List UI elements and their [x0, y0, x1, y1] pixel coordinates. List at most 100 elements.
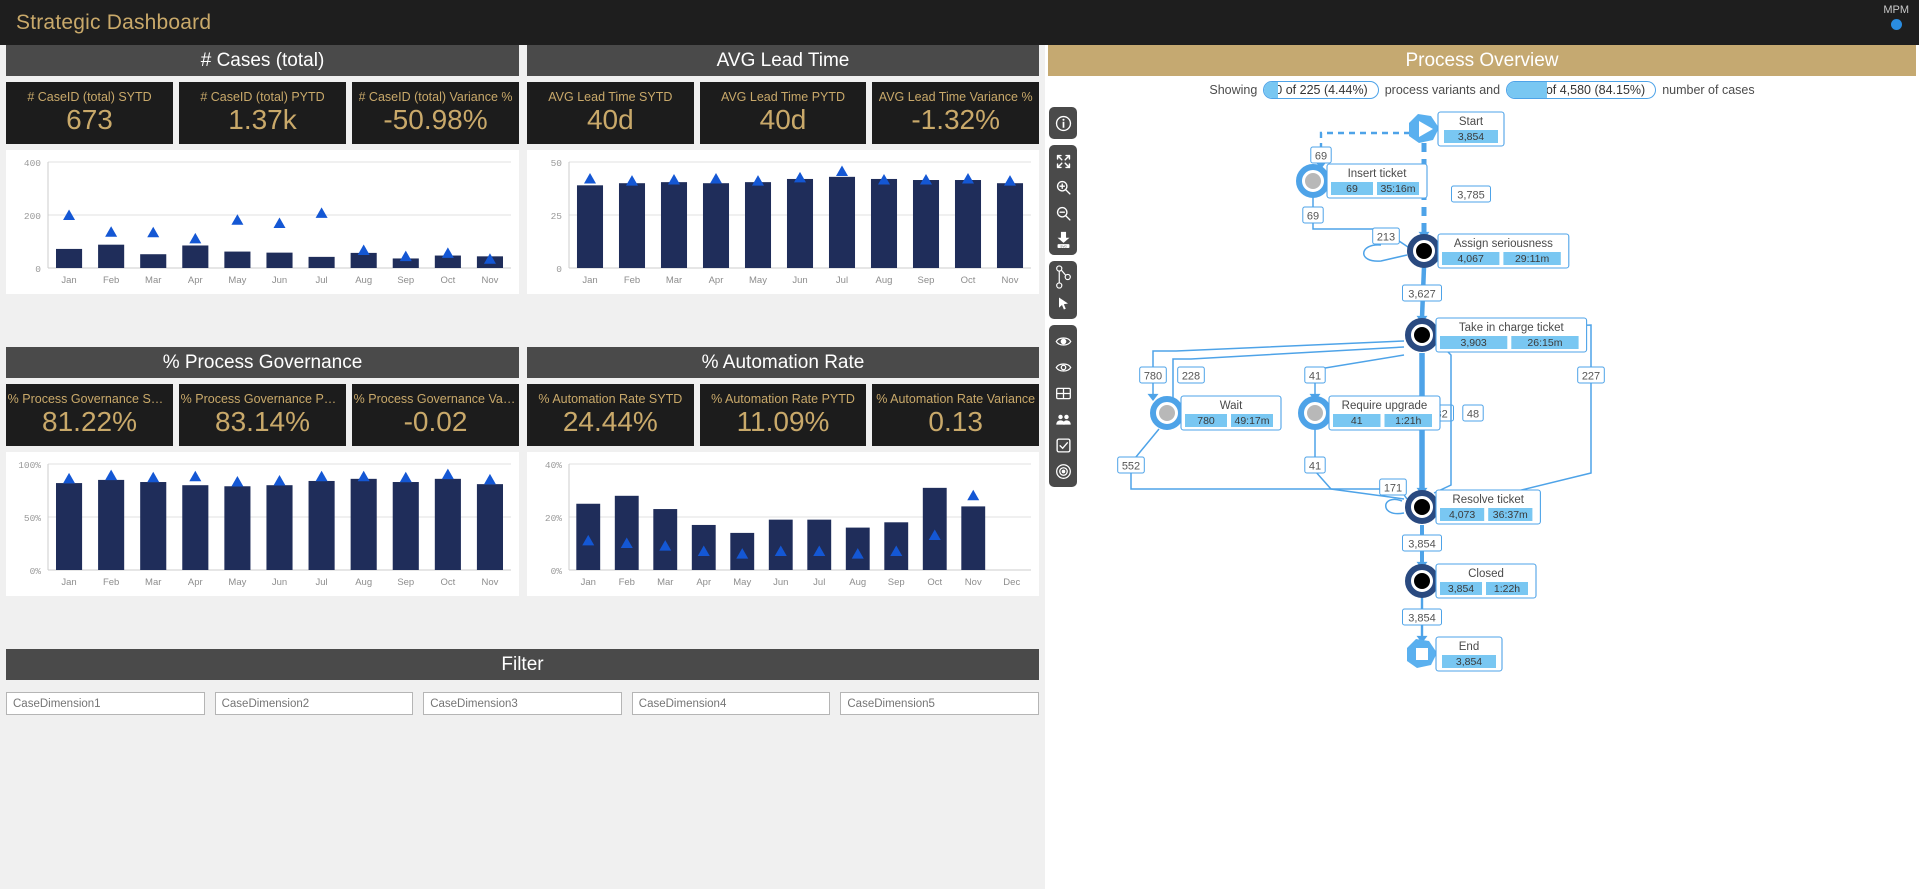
info-icon[interactable] [1050, 110, 1076, 136]
process-graph[interactable]: 693,785692133,627780228413,0824822755241… [1081, 103, 1919, 889]
eye-alt-icon[interactable] [1050, 354, 1076, 380]
svg-text:171: 171 [1384, 483, 1402, 495]
filter-input-1[interactable] [6, 692, 205, 715]
filter-input-5[interactable] [840, 692, 1039, 715]
kpi-cases-sytd[interactable]: # CaseID (total) SYTD 673 [6, 82, 173, 144]
page-title: Strategic Dashboard [16, 10, 212, 34]
eye-icon[interactable] [1050, 328, 1076, 354]
section-governance-header: % Process Governance [6, 347, 519, 378]
svg-text:Apr: Apr [188, 577, 203, 588]
kpi-value: -50.98% [383, 104, 488, 135]
chart-governance[interactable]: 0% 50% 100% Jan Feb Mar Apr May Jun Jul Aug Sep Oct N… [6, 452, 519, 596]
kpi-lead-pytd[interactable]: AVG Lead Time PYTD 40d [699, 82, 867, 144]
svg-text:Jan: Jan [61, 275, 76, 286]
svg-text:20%: 20% [545, 513, 562, 524]
kpi-automation-sytd[interactable]: % Automation Rate SYTD 24.44% [527, 384, 694, 446]
cases-text: number of cases [1662, 83, 1755, 97]
toolbar-group-1 [1049, 107, 1077, 139]
svg-text:Apr: Apr [696, 577, 711, 588]
kpi-lead-sytd[interactable]: AVG Lead Time SYTD 40d [527, 82, 694, 144]
chart-cases[interactable]: 0 200 400 Jan Feb Mar Apr May Jun Jul Aug Sep Oct Nov [6, 150, 519, 294]
kpi-automation-pytd[interactable]: % Automation Rate PYTD 11.09% [699, 384, 867, 446]
section-cases-header: # Cases (total) [6, 45, 519, 76]
kpi-lead-variance[interactable]: AVG Lead Time Variance % -1.32% [872, 82, 1040, 144]
svg-text:780: 780 [1197, 415, 1215, 427]
kpi-value: -0.02 [403, 406, 468, 437]
filter-input-2[interactable] [214, 692, 414, 715]
svg-text:Aug: Aug [355, 577, 372, 588]
edge-label: 3,854 [1402, 534, 1442, 552]
filter-input-3[interactable] [423, 692, 622, 715]
process-node-label: Assign seriousness 4,067 29:11m [1437, 233, 1570, 269]
kpi-automation-variance[interactable]: % Automation Rate Variance 0.13 [872, 384, 1040, 446]
kpi-governance-sytd[interactable]: % Process Governance SYTD 81.22% [6, 384, 173, 446]
people-icon[interactable] [1050, 406, 1076, 432]
svg-text:3,854: 3,854 [1448, 583, 1474, 595]
svg-text:213: 213 [1377, 232, 1395, 244]
svg-text:Apr: Apr [709, 275, 724, 286]
chart-automation[interactable]: 0% 20% 40% Jan Feb Mar Apr May Jun Jul Aug Sep Oct No… [527, 452, 1039, 596]
svg-text:0: 0 [556, 264, 562, 275]
kpi-governance-variance[interactable]: % Process Governance Varian... -0.02 [352, 384, 519, 446]
svg-text:Closed: Closed [1468, 568, 1504, 580]
svg-text:Jun: Jun [773, 577, 788, 588]
toolbar-group-3 [1049, 261, 1077, 319]
graph-toolbar: SVG [1049, 107, 1077, 493]
svg-text:Mar: Mar [145, 577, 161, 588]
svg-text:4,067: 4,067 [1458, 253, 1484, 265]
target-icon[interactable] [1050, 458, 1076, 484]
toolbar-group-4 [1049, 325, 1077, 487]
section-automation: % Automation Rate % Automation Rate SYTD… [527, 347, 1040, 596]
cases-pill[interactable]: 3,854 of 4,580 (84.15%) [1506, 81, 1657, 99]
variants-text: process variants and [1384, 83, 1501, 97]
svg-text:Sep: Sep [397, 275, 414, 286]
svg-text:3,854: 3,854 [1408, 613, 1436, 625]
svg-text:End: End [1459, 641, 1479, 653]
svg-text:400: 400 [24, 158, 41, 169]
svg-text:100%: 100% [18, 460, 41, 471]
chart-lead-time[interactable]: 0 25 50 Jan Feb Mar Apr May Jun Jul Aug Sep Oct Nov [527, 150, 1039, 294]
svg-text:May: May [228, 577, 246, 588]
graph-layout-icon[interactable] [1050, 264, 1076, 290]
edge-label: 69 [1310, 146, 1332, 164]
svg-text:50%: 50% [24, 513, 41, 524]
toolbar-group-2: SVG [1049, 145, 1077, 255]
filter-input-4[interactable] [631, 692, 831, 715]
svg-text:41: 41 [1351, 415, 1363, 427]
svg-text:227: 227 [1582, 371, 1600, 383]
kpi-value: 40d [759, 104, 807, 135]
fit-screen-icon[interactable] [1050, 148, 1076, 174]
compare-icon[interactable] [1050, 380, 1076, 406]
section-lead-kpis: AVG Lead Time SYTD 40d AVG Lead Time PYT… [527, 82, 1040, 144]
kpi-cases-pytd[interactable]: # CaseID (total) PYTD 1.37k [179, 82, 346, 144]
svg-text:Insert ticket: Insert ticket [1348, 168, 1408, 180]
svg-text:69: 69 [1307, 211, 1319, 223]
variants-pill[interactable]: 10 of 225 (4.44%) [1263, 81, 1379, 99]
checkbox-icon[interactable] [1050, 432, 1076, 458]
section-automation-kpis: % Automation Rate SYTD 24.44% % Automati… [527, 384, 1040, 446]
svg-text:49:17m: 49:17m [1234, 415, 1269, 427]
svg-text:Jun: Jun [272, 577, 287, 588]
section-automation-header: % Automation Rate [527, 347, 1039, 378]
svg-text:Assign seriousness: Assign seriousness [1454, 238, 1553, 250]
kpi-label: % Process Governance SYTD [7, 392, 172, 406]
svg-text:Nov: Nov [1002, 275, 1019, 286]
kpi-label: # CaseID (total) PYTD [200, 90, 325, 104]
zoom-out-icon[interactable] [1050, 200, 1076, 226]
zoom-in-icon[interactable] [1050, 174, 1076, 200]
kpi-governance-pytd[interactable]: % Process Governance PYTD 83.14% [179, 384, 346, 446]
download-svg-icon[interactable]: SVG [1050, 226, 1076, 252]
svg-text:69: 69 [1315, 151, 1327, 163]
svg-text:Oct: Oct [961, 275, 976, 286]
section-cases-kpis: # CaseID (total) SYTD 673 # CaseID (tota… [6, 82, 519, 144]
brand-logo: MPM [1883, 4, 1909, 30]
svg-text:0%: 0% [551, 566, 563, 577]
svg-text:Mar: Mar [145, 275, 161, 286]
svg-text:Aug: Aug [849, 577, 866, 588]
svg-text:Require upgrade: Require upgrade [1342, 400, 1428, 412]
svg-text:Jul: Jul [316, 577, 328, 588]
svg-text:Aug: Aug [355, 275, 372, 286]
pointer-icon[interactable] [1050, 290, 1076, 316]
section-governance-kpis: % Process Governance SYTD 81.22% % Proce… [6, 384, 519, 446]
kpi-cases-variance[interactable]: # CaseID (total) Variance % -50.98% [352, 82, 519, 144]
